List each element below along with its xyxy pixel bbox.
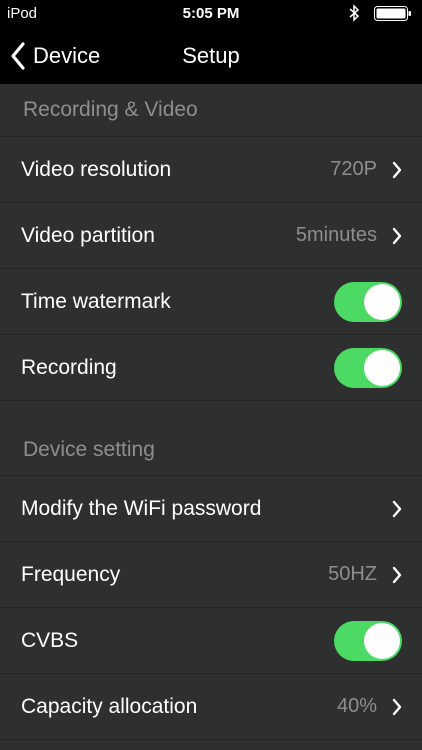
chevron-right-icon [392, 500, 402, 517]
row-label: Modify the WiFi password [21, 496, 262, 520]
row-frequency[interactable]: Frequency 50HZ [0, 542, 422, 608]
row-cvbs: CVBS [0, 608, 422, 674]
row-label: Video resolution [21, 157, 172, 181]
row-modify-wifi-password[interactable]: Modify the WiFi password [0, 476, 422, 542]
row-label: Frequency [21, 562, 121, 586]
section-header-device-setting: Device setting [0, 401, 422, 476]
row-value: 50HZ [328, 563, 377, 585]
row-video-partition[interactable]: Video partition 5minutes [0, 203, 422, 269]
chevron-right-icon [392, 227, 402, 244]
row-label: Time watermark [21, 289, 171, 313]
row-capacity-allocation[interactable]: Capacity allocation 40% [0, 674, 422, 740]
chevron-right-icon [392, 566, 402, 583]
row-value: 40% [336, 695, 377, 717]
row-value: 720P [330, 158, 377, 180]
row-label: Recording [21, 355, 117, 379]
recording-toggle[interactable] [334, 347, 402, 388]
row-recording: Recording [0, 335, 422, 401]
bluetooth-icon [349, 4, 360, 22]
row-time-watermark: Time watermark [0, 269, 422, 335]
row-video-resolution[interactable]: Video resolution 720P [0, 137, 422, 203]
section-header-recording-video: Recording & Video [0, 84, 422, 137]
battery-icon [374, 6, 411, 21]
time-watermark-toggle[interactable] [334, 281, 402, 322]
chevron-right-icon [392, 698, 402, 715]
row-label: Capacity allocation [21, 694, 198, 718]
toggle-knob [364, 349, 400, 386]
chevron-right-icon [392, 161, 402, 178]
toggle-knob [364, 283, 400, 320]
page-title: Setup [182, 43, 240, 68]
navigation-bar: Device Setup [0, 28, 422, 84]
row-label: Video partition [21, 223, 155, 247]
toggle-knob [364, 622, 400, 659]
top-bar: iPod 5:05 PM Device Setup [0, 0, 422, 84]
status-bar: iPod 5:05 PM [0, 0, 422, 28]
row-label: CVBS [21, 628, 79, 652]
cvbs-toggle[interactable] [334, 620, 402, 661]
row-value: 5minutes [295, 224, 377, 246]
